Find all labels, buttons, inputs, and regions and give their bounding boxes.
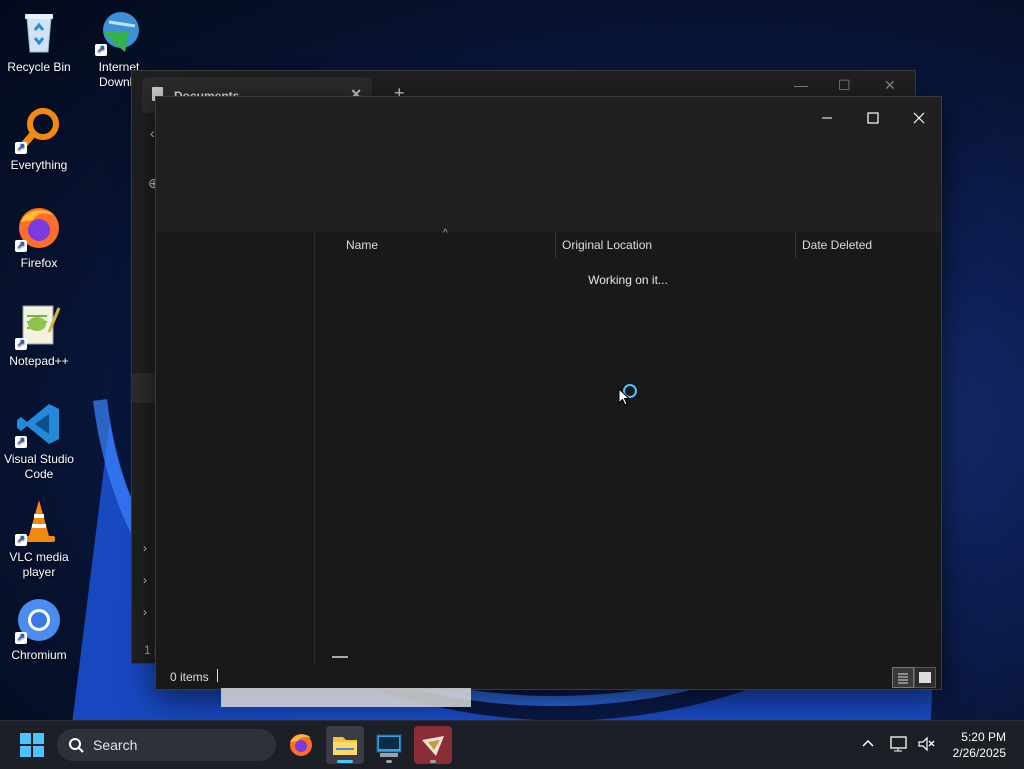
recycle-bin-window[interactable]: ^ Name Original Location Date Deleted Wo… [155, 96, 942, 690]
tiles-view-icon [919, 672, 931, 683]
volume-status[interactable] [917, 735, 937, 756]
start-button[interactable] [20, 733, 44, 757]
vlc-cone-icon: ↗ [15, 498, 63, 546]
shortcut-arrow-icon: ↗ [15, 338, 27, 350]
desktop-icon-label: Everything [10, 158, 68, 172]
expand-chevron-icon[interactable]: › [143, 573, 147, 587]
nav-selected-item [132, 373, 156, 403]
everything-search-icon: ↗ [15, 106, 63, 154]
minimize-icon [822, 117, 832, 119]
status-bar: 0 items [156, 665, 941, 689]
clock-time: 5:20 PM [961, 730, 1006, 744]
windows-logo-icon [20, 733, 44, 757]
close-button[interactable] [896, 103, 942, 133]
item-count: 0 items [170, 670, 209, 684]
maximize-button[interactable] [850, 103, 896, 133]
back-arrow-icon[interactable]: ‹ [150, 125, 155, 141]
close-button[interactable]: ✕ [884, 77, 896, 94]
vscode-icon: ↗ [15, 400, 63, 448]
shortcut-arrow-icon: ↗ [15, 436, 27, 448]
minimize-button[interactable]: — [794, 77, 808, 93]
shortcut-arrow-icon: ↗ [15, 142, 27, 154]
recycle-bin-icon [15, 8, 63, 56]
shortcut-arrow-icon: ↗ [15, 534, 27, 546]
column-divider[interactable] [555, 232, 556, 258]
firefox-icon [290, 734, 312, 756]
search-label: Search [93, 737, 138, 753]
file-list-area[interactable]: ^ Name Original Location Date Deleted Wo… [315, 228, 941, 664]
taskbar-app-pinned[interactable] [414, 726, 452, 764]
shortcut-arrow-icon: ↗ [15, 632, 27, 644]
sort-ascending-icon: ^ [443, 228, 448, 239]
desktop-icon-notepad-plus-plus[interactable]: ↗ Notepad++ [0, 302, 78, 369]
expand-chevron-icon[interactable]: › [143, 605, 147, 619]
desktop-icon-recycle-bin[interactable]: Recycle Bin [0, 8, 78, 75]
active-indicator [337, 760, 353, 763]
folder-icon [333, 737, 357, 755]
taskbar-firefox[interactable] [282, 726, 320, 764]
show-hidden-icons-button[interactable] [860, 737, 876, 752]
network-status[interactable] [890, 735, 910, 756]
desktop-icon-everything[interactable]: ↗ Everything [0, 106, 78, 173]
chromium-icon: ↗ [15, 596, 63, 644]
desktop-icon-label: Visual Studio Code [4, 452, 74, 481]
horizontal-scrollbar[interactable] [332, 656, 348, 658]
search-icon [69, 738, 84, 753]
working-message: Working on it... [588, 273, 668, 287]
tiles-view-button[interactable] [914, 667, 936, 688]
taskbar: Search 5:20 PM 2/26/2025 [0, 720, 1024, 769]
speaker-muted-icon [918, 736, 935, 752]
remote-desktop-icon [376, 734, 402, 757]
maximize-icon [867, 112, 879, 124]
expand-chevron-icon[interactable]: › [143, 541, 147, 555]
minimize-button[interactable] [804, 103, 850, 133]
taskbar-terminal[interactable] [370, 726, 408, 764]
column-divider[interactable] [795, 232, 796, 258]
app-icon [422, 736, 444, 756]
running-indicator [386, 760, 392, 763]
network-icon [890, 736, 907, 752]
desktop-icon-chromium[interactable]: ↗ Chromium [0, 596, 78, 663]
navigation-pane[interactable] [156, 232, 315, 664]
system-clock[interactable]: 5:20 PM 2/26/2025 [953, 729, 1006, 761]
desktop-icon-label: VLC media player [9, 550, 69, 579]
close-icon [913, 112, 925, 124]
desktop-icon-label: Notepad++ [9, 354, 69, 368]
firefox-icon: ↗ [15, 204, 63, 252]
desktop-icon-label: Recycle Bin [7, 60, 71, 74]
status-divider [217, 669, 218, 682]
column-date-deleted[interactable]: Date Deleted [802, 238, 872, 252]
desktop-icon-label: Chromium [11, 648, 67, 662]
taskbar-search-box[interactable]: Search [57, 729, 276, 761]
desktop-icon-vscode[interactable]: ↗ Visual Studio Code [0, 400, 78, 482]
desktop-icon-firefox[interactable]: ↗ Firefox [0, 204, 78, 271]
shortcut-arrow-icon: ↗ [95, 44, 107, 56]
details-view-icon [898, 673, 908, 684]
title-bar[interactable] [156, 97, 941, 232]
chevron-up-icon [862, 739, 874, 747]
column-name[interactable]: Name [346, 238, 378, 252]
background-window-edge [221, 688, 471, 707]
desktop-icon-vlc[interactable]: ↗ VLC media player [0, 498, 78, 580]
internet-download-manager-icon: ↗ [95, 8, 143, 56]
running-indicator [430, 760, 436, 763]
column-header-row: ^ Name Original Location Date Deleted [315, 228, 941, 260]
taskbar-file-explorer[interactable] [326, 726, 364, 764]
notepad-plus-plus-icon: ↗ [15, 302, 63, 350]
maximize-button[interactable]: ☐ [838, 77, 851, 94]
shortcut-arrow-icon: ↗ [15, 240, 27, 252]
column-original-location[interactable]: Original Location [562, 238, 652, 252]
desktop-icon-label: Firefox [20, 256, 58, 270]
mouse-cursor-icon [618, 388, 630, 406]
clock-date: 2/26/2025 [952, 746, 1006, 760]
details-view-button[interactable] [892, 667, 914, 688]
